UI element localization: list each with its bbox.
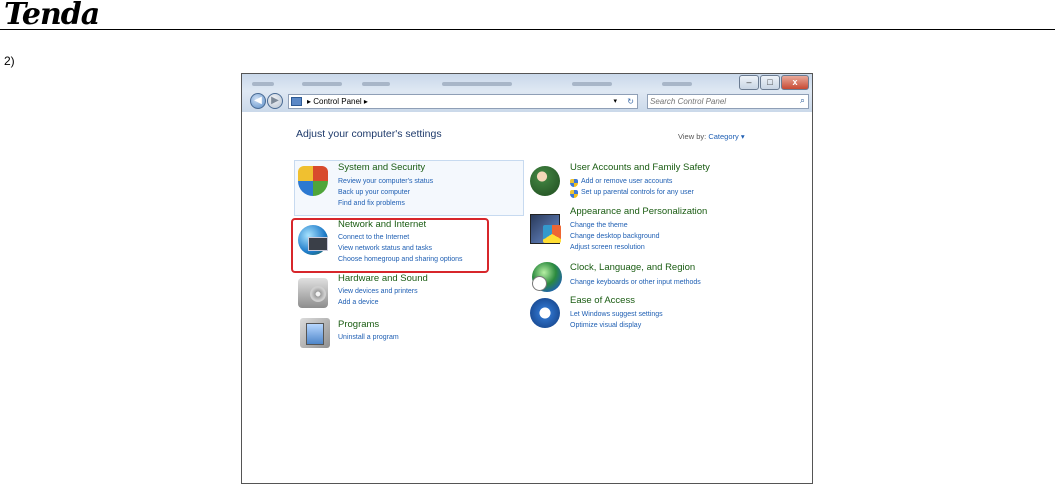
- view-by-dropdown[interactable]: Category ▾: [708, 132, 744, 141]
- link-screen-resolution[interactable]: Adjust screen resolution: [570, 244, 645, 251]
- view-by-control[interactable]: View by: Category ▾: [678, 132, 745, 141]
- close-button[interactable]: x: [781, 75, 809, 90]
- network-globe-icon[interactable]: [298, 225, 328, 255]
- user-accounts-icon[interactable]: [530, 166, 560, 196]
- search-input[interactable]: [650, 96, 788, 107]
- page-title: Adjust your computer's settings: [296, 128, 442, 140]
- search-box[interactable]: ⌕: [647, 94, 809, 109]
- link-change-theme[interactable]: Change the theme: [570, 222, 628, 229]
- address-bar[interactable]: ▸ Control Panel ▸ ▾ ↻: [288, 94, 638, 109]
- link-review-status[interactable]: Review your computer's status: [338, 178, 433, 185]
- link-add-device[interactable]: Add a device: [338, 299, 378, 306]
- blurred-title-fragment: [662, 82, 692, 86]
- blurred-title-fragment: [362, 82, 390, 86]
- category-network-internet[interactable]: Network and Internet: [338, 219, 426, 230]
- refresh-icon[interactable]: ↻: [627, 95, 634, 108]
- chevron-down-icon[interactable]: ▾: [613, 95, 617, 108]
- link-parental-controls[interactable]: Set up parental controls for any user: [581, 189, 694, 196]
- system-security-shield-icon[interactable]: [298, 166, 328, 196]
- search-icon[interactable]: ⌕: [800, 95, 805, 106]
- link-devices-printers[interactable]: View devices and printers: [338, 288, 418, 295]
- link-uninstall-program[interactable]: Uninstall a program: [338, 334, 399, 341]
- step-label: 2): [4, 54, 15, 68]
- category-appearance[interactable]: Appearance and Personalization: [570, 206, 707, 217]
- link-network-status[interactable]: View network status and tasks: [338, 245, 432, 252]
- control-panel-content: Adjust your computer's settings View by:…: [242, 112, 812, 483]
- control-panel-window: – □ x ◀ ▶ ▸ Control Panel ▸ ▾ ↻ ⌕ Adjust…: [241, 73, 813, 484]
- hardware-sound-icon[interactable]: [298, 278, 328, 308]
- category-user-accounts[interactable]: User Accounts and Family Safety: [570, 162, 710, 173]
- category-system-security[interactable]: System and Security: [338, 162, 425, 173]
- link-optimize-display[interactable]: Optimize visual display: [570, 322, 641, 329]
- link-windows-suggest[interactable]: Let Windows suggest settings: [570, 311, 663, 318]
- breadcrumb[interactable]: ▸ Control Panel ▸: [307, 95, 368, 108]
- header-rule: [0, 29, 1055, 30]
- uac-shield-icon: [570, 190, 578, 198]
- programs-icon[interactable]: [300, 318, 330, 348]
- uac-shield-icon: [570, 179, 578, 187]
- appearance-icon[interactable]: [530, 214, 561, 244]
- category-hardware-sound[interactable]: Hardware and Sound: [338, 273, 428, 284]
- link-add-remove-accounts[interactable]: Add or remove user accounts: [581, 178, 672, 185]
- category-ease-of-access[interactable]: Ease of Access: [570, 295, 635, 306]
- clock-globe-icon[interactable]: [532, 262, 562, 292]
- category-programs[interactable]: Programs: [338, 319, 379, 330]
- maximize-button[interactable]: □: [760, 75, 780, 90]
- link-find-fix[interactable]: Find and fix problems: [338, 200, 405, 207]
- link-desktop-background[interactable]: Change desktop background: [570, 233, 660, 240]
- blurred-title-fragment: [252, 82, 274, 86]
- link-keyboards-input[interactable]: Change keyboards or other input methods: [570, 279, 701, 286]
- blurred-title-fragment: [572, 82, 612, 86]
- blurred-title-fragment: [302, 82, 342, 86]
- minimize-button[interactable]: –: [739, 75, 759, 90]
- tenda-logo: Tenda: [4, 0, 100, 32]
- link-back-up[interactable]: Back up your computer: [338, 189, 410, 196]
- control-panel-icon: [291, 97, 302, 106]
- back-button[interactable]: ◀: [250, 93, 266, 109]
- link-homegroup[interactable]: Choose homegroup and sharing options: [338, 256, 463, 263]
- category-clock-language[interactable]: Clock, Language, and Region: [570, 262, 695, 273]
- title-bar: – □ x ◀ ▶ ▸ Control Panel ▸ ▾ ↻ ⌕: [242, 74, 812, 112]
- forward-button[interactable]: ▶: [267, 93, 283, 109]
- link-connect-internet[interactable]: Connect to the Internet: [338, 234, 409, 241]
- ease-of-access-icon[interactable]: [530, 298, 560, 328]
- view-by-label: View by:: [678, 132, 707, 141]
- blurred-title-fragment: [442, 82, 512, 86]
